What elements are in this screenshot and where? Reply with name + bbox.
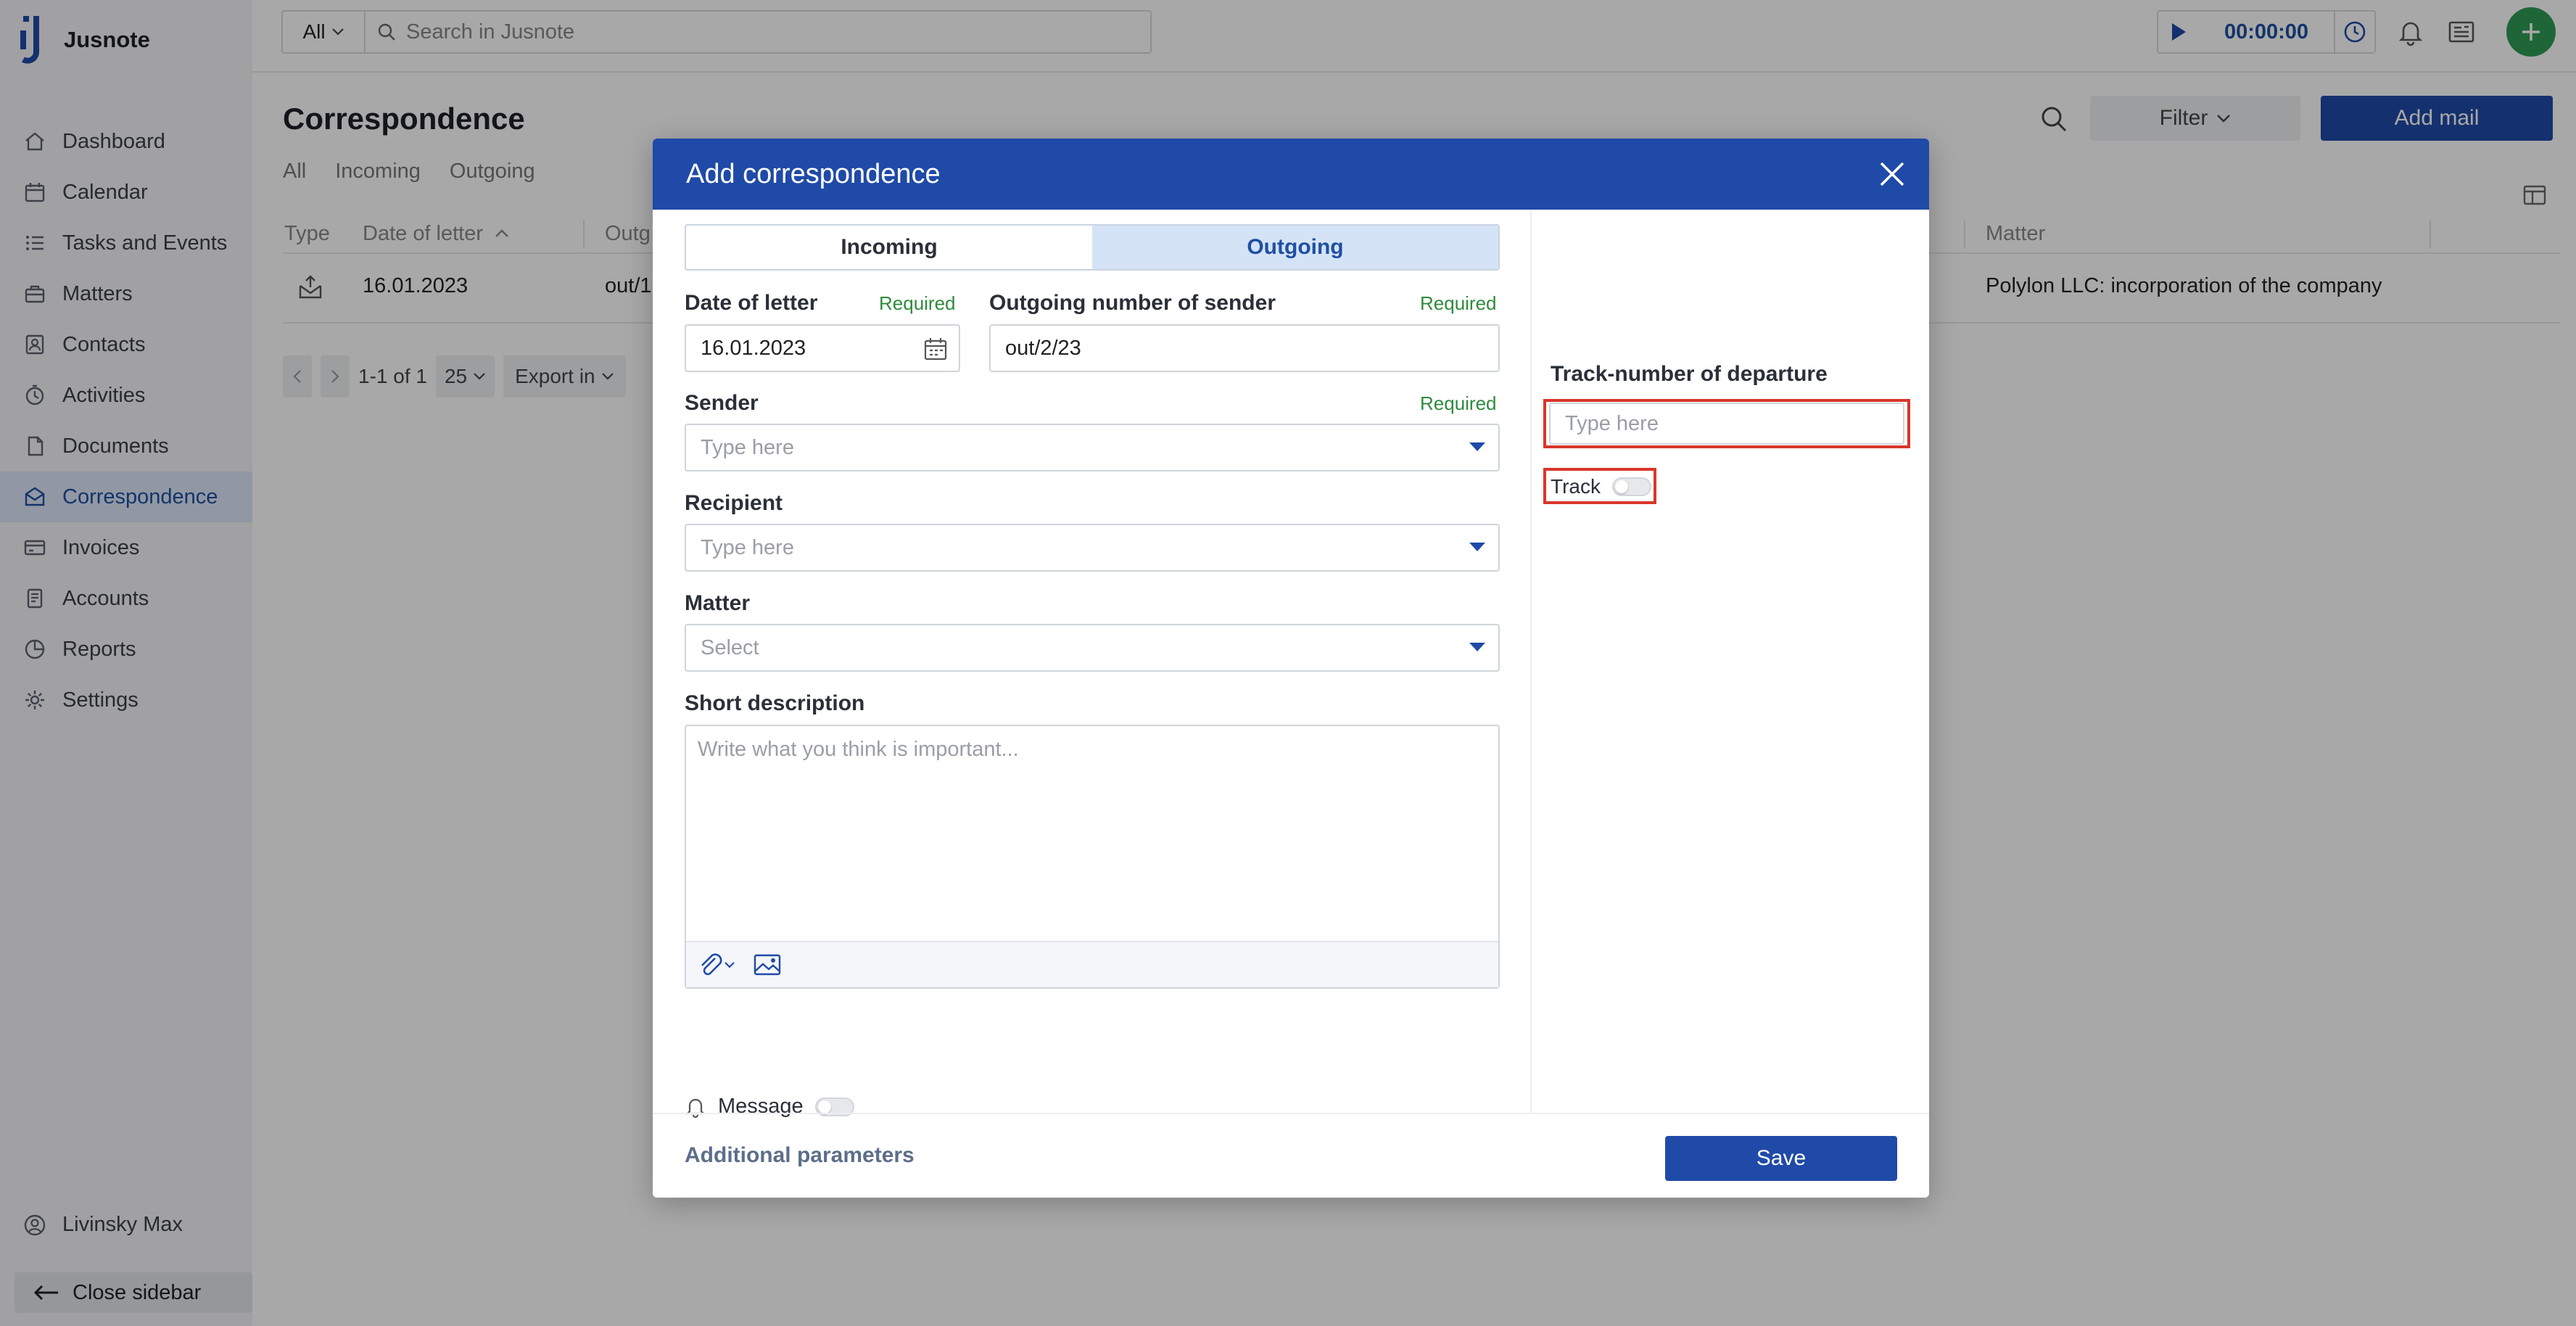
short-description-label: Short description (685, 691, 865, 715)
date-of-letter-field[interactable]: 16.01.2023 (685, 324, 960, 372)
image-icon[interactable] (753, 952, 782, 977)
close-icon[interactable] (1877, 159, 1907, 189)
matter-placeholder: Select (701, 635, 759, 659)
required-hint: Required (1420, 392, 1497, 414)
outgoing-number-value: out/2/23 (1005, 336, 1081, 360)
short-description-textarea[interactable]: Write what you think is important... (685, 725, 1500, 989)
date-of-letter-label: Date of letter (685, 291, 818, 315)
attachment-icon[interactable] (698, 952, 737, 977)
dialog-tracking-panel: Track-number of departure Type here Trac… (1533, 210, 1929, 1113)
caret-down-icon (1469, 442, 1485, 451)
track-number-placeholder: Type here (1565, 411, 1659, 435)
outgoing-number-field[interactable]: out/2/23 (989, 324, 1500, 372)
matter-label: Matter (685, 591, 751, 615)
track-number-label: Track-number of departure (1551, 362, 1828, 386)
dialog-main-form: Incoming Outgoing Date of letter Require… (653, 210, 1532, 1118)
add-correspondence-dialog: Add correspondence Incoming Outgoing Dat… (653, 139, 1929, 1198)
tab-incoming[interactable]: Incoming (686, 226, 1092, 269)
required-hint: Required (1420, 292, 1497, 314)
outgoing-number-label: Outgoing number of sender (989, 291, 1276, 315)
caret-down-icon (1469, 543, 1485, 551)
short-description-placeholder: Write what you think is important... (698, 738, 1019, 761)
track-label: Track (1551, 475, 1601, 498)
caret-down-icon (1469, 643, 1485, 651)
sender-select[interactable]: Type here (685, 424, 1500, 471)
tab-outgoing[interactable]: Outgoing (1092, 226, 1498, 269)
additional-parameters-link[interactable]: Additional parameters (685, 1143, 915, 1168)
sender-label: Sender (685, 391, 759, 415)
calendar-icon[interactable] (922, 336, 949, 362)
dialog-title: Add correspondence (686, 158, 941, 189)
dialog-header: Add correspondence (653, 139, 1929, 210)
textarea-toolbar (686, 941, 1498, 987)
date-value: 16.01.2023 (701, 336, 806, 360)
recipient-placeholder: Type here (701, 535, 794, 559)
track-toggle-row: Track (1551, 475, 1651, 498)
track-number-input[interactable]: Type here (1549, 403, 1904, 445)
track-toggle[interactable] (1611, 477, 1651, 496)
direction-toggle: Incoming Outgoing (685, 224, 1500, 271)
recipient-select[interactable]: Type here (685, 524, 1500, 572)
recipient-label: Recipient (685, 491, 783, 515)
matter-select[interactable]: Select (685, 624, 1500, 672)
sender-placeholder: Type here (701, 435, 794, 459)
dialog-footer: Additional parameters Save (653, 1113, 1929, 1198)
save-button[interactable]: Save (1665, 1136, 1897, 1181)
required-hint: Required (879, 292, 956, 314)
